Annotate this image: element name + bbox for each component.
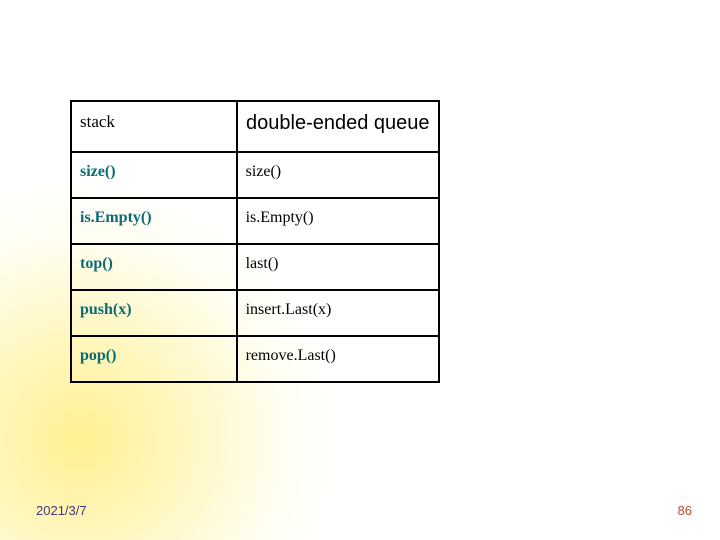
cell-deque-op: size() [237, 152, 439, 198]
cell-stack-op: size() [71, 152, 237, 198]
cell-stack-op: is.Empty() [71, 198, 237, 244]
table-row: top() last() [71, 244, 439, 290]
cell-deque-op: remove.Last() [237, 336, 439, 382]
table: stack double-ended queue size() size() i… [70, 100, 440, 383]
table-row: pop() remove.Last() [71, 336, 439, 382]
footer-page-number: 86 [678, 503, 692, 518]
table-row: size() size() [71, 152, 439, 198]
footer-date: 2021/3/7 [36, 503, 87, 518]
header-stack: stack [71, 101, 237, 152]
table-header-row: stack double-ended queue [71, 101, 439, 152]
cell-deque-op: insert.Last(x) [237, 290, 439, 336]
cell-stack-op: top() [71, 244, 237, 290]
cell-deque-op: is.Empty() [237, 198, 439, 244]
cell-stack-op: push(x) [71, 290, 237, 336]
table-row: push(x) insert.Last(x) [71, 290, 439, 336]
table-row: is.Empty() is.Empty() [71, 198, 439, 244]
comparison-table: stack double-ended queue size() size() i… [70, 100, 440, 383]
header-deque: double-ended queue [237, 101, 439, 152]
cell-stack-op: pop() [71, 336, 237, 382]
cell-deque-op: last() [237, 244, 439, 290]
